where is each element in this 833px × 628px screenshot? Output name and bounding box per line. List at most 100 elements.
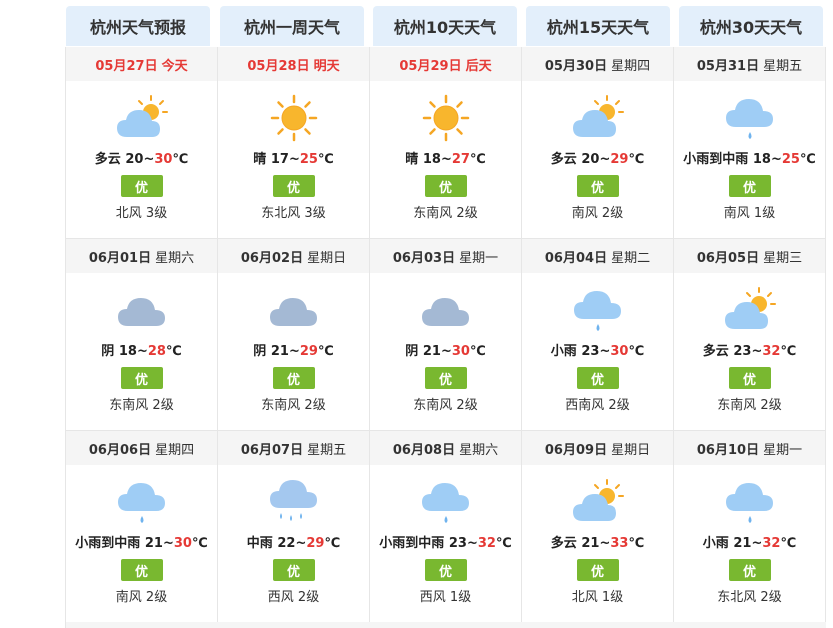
weekday-text: 星期三 (763, 250, 803, 266)
high-temp: 29 (306, 536, 325, 551)
day-card[interactable]: 06月10日 星期一 小雨 21~32℃ 优 东北风 2级 (674, 431, 826, 622)
high-temp: 33 (610, 536, 629, 551)
low-temp: 21 (270, 344, 289, 359)
day-card[interactable]: 05月29日 后天 晴 18~27℃ 优 东南风 2级 (370, 47, 522, 238)
day-card[interactable]: 06月04日 星期二 小雨 23~30℃ 优 西南风 2级 (522, 239, 674, 430)
condition-text: 晴 (405, 152, 419, 167)
day-card[interactable]: 05月30日 星期四 多云 20~29℃ 优 南风 2级 (522, 47, 674, 238)
day-card[interactable]: 06月05日 星期三 多云 23~32℃ 优 东南风 2级 (674, 239, 826, 430)
low-temp: 18 (752, 152, 771, 167)
day-date: 05月27日 今天 (66, 47, 217, 81)
high-temp: 32 (477, 536, 496, 551)
wind-text: 南风 2级 (115, 590, 168, 605)
high-temp: 25 (781, 152, 800, 167)
weather-summary: 晴 17~25℃ (253, 152, 334, 167)
wind-text: 西南风 2级 (565, 398, 630, 413)
weekday-text: 星期一 (763, 442, 803, 458)
day-card[interactable]: 05月28日 明天 晴 17~25℃ 优 东北风 3级 (218, 47, 370, 238)
day-card[interactable]: 06月06日 星期四 小雨到中雨 21~30℃ 优 南风 2级 (66, 431, 218, 622)
tab-15-day[interactable]: 杭州15天天气 (526, 6, 670, 46)
air-quality-badge[interactable]: 优 (272, 559, 315, 581)
weekday-text: 后天 (465, 58, 492, 74)
low-temp: 23 (448, 536, 467, 551)
wind-text: 南风 1级 (723, 206, 776, 221)
air-quality-badge[interactable]: 优 (272, 175, 315, 197)
wind-text: 西风 1级 (419, 590, 472, 605)
day-card[interactable]: 06月08日 星期六 小雨到中雨 23~32℃ 优 西风 1级 (370, 431, 522, 622)
air-quality-badge[interactable]: 优 (576, 175, 619, 197)
weather-summary: 阴 21~29℃ (253, 344, 334, 359)
date-text: 06月05日 (696, 250, 760, 266)
day-date: 06月04日 星期二 (522, 239, 673, 273)
low-temp: 23 (733, 344, 752, 359)
wind-text: 东南风 2级 (413, 206, 478, 221)
low-temp: 18 (118, 344, 137, 359)
light-rain-icon (674, 87, 825, 149)
air-quality-badge[interactable]: 优 (424, 559, 467, 581)
air-quality-badge[interactable]: 优 (576, 367, 619, 389)
air-quality-badge[interactable]: 优 (424, 367, 467, 389)
day-card[interactable]: 06月01日 星期六 阴 18~28℃ 优 东南风 2级 (66, 239, 218, 430)
day-card[interactable]: 06月09日 星期日 多云 21~33℃ 优 北风 1级 (522, 431, 674, 622)
condition-text: 阴 (101, 344, 115, 359)
date-text: 06月06日 (88, 442, 152, 458)
air-quality-badge[interactable]: 优 (728, 559, 771, 581)
forecast-row: 06月06日 星期四 小雨到中雨 21~30℃ 优 南风 2级 06月07日 星期五… (66, 431, 826, 622)
weather-summary: 阴 18~28℃ (101, 344, 182, 359)
air-quality-badge[interactable]: 优 (576, 559, 619, 581)
date-text: 06月02日 (240, 250, 304, 266)
tab-30-day[interactable]: 杭州30天天气 (679, 6, 823, 46)
wind-text: 东南风 2级 (109, 398, 174, 413)
condition-text: 多云 (550, 536, 577, 551)
air-quality-badge[interactable]: 优 (120, 559, 163, 581)
air-quality-badge[interactable]: 优 (728, 367, 771, 389)
wind-text: 东南风 2级 (413, 398, 478, 413)
day-card[interactable]: 06月03日 星期一 阴 21~30℃ 优 东南风 2级 (370, 239, 522, 430)
condition-text: 小雨到中雨 (75, 536, 141, 551)
date-text: 05月28日 (247, 58, 310, 74)
forecast-tabs: 杭州天气预报 杭州一周天气 杭州10天天气 杭州15天天气 杭州30天天气 (65, 6, 827, 46)
tab-10-day[interactable]: 杭州10天天气 (373, 6, 517, 46)
low-temp: 17 (270, 152, 289, 167)
air-quality-badge[interactable]: 优 (272, 367, 315, 389)
tab-week[interactable]: 杭州一周天气 (220, 6, 364, 46)
day-card[interactable]: 06月07日 星期五 中雨 22~29℃ 优 西风 2级 (218, 431, 370, 622)
day-date: 06月05日 星期三 (674, 239, 825, 273)
day-date: 05月30日 星期四 (522, 47, 673, 81)
condition-text: 小雨 (702, 536, 729, 551)
day-card[interactable]: 05月31日 星期五 小雨到中雨 18~25℃ 优 南风 1级 (674, 47, 826, 238)
wind-text: 东南风 2级 (717, 398, 782, 413)
weekday-text: 今天 (161, 58, 188, 74)
low-temp: 23 (581, 344, 600, 359)
condition-text: 晴 (253, 152, 267, 167)
day-date: 05月28日 明天 (218, 47, 369, 81)
air-quality-badge[interactable]: 优 (424, 175, 467, 197)
wind-text: 南风 2级 (571, 206, 624, 221)
weather-summary: 多云 20~30℃ (94, 152, 189, 167)
date-text: 05月29日 (399, 58, 462, 74)
low-temp: 21 (422, 344, 441, 359)
day-card[interactable]: 06月02日 星期日 阴 21~29℃ 优 东南风 2级 (218, 239, 370, 430)
condition-text: 小雨到中雨 (379, 536, 445, 551)
air-quality-badge[interactable]: 优 (120, 367, 163, 389)
air-quality-badge[interactable]: 优 (728, 175, 771, 197)
high-temp: 30 (610, 344, 629, 359)
low-temp: 21 (581, 536, 600, 551)
weekday-text: 明天 (313, 58, 340, 74)
light-rain-icon (66, 471, 217, 533)
date-text: 06月07日 (240, 442, 304, 458)
day-date: 06月03日 星期一 (370, 239, 521, 273)
day-date: 06月07日 星期五 (218, 431, 369, 465)
air-quality-badge[interactable]: 优 (120, 175, 163, 197)
day-date: 06月08日 星期六 (370, 431, 521, 465)
weekday-text: 星期日 (611, 442, 651, 458)
low-temp: 22 (277, 536, 296, 551)
sunny-icon (370, 87, 521, 149)
tab-forecast[interactable]: 杭州天气预报 (66, 6, 210, 46)
wind-text: 东北风 3级 (261, 206, 326, 221)
condition-text: 多云 (550, 152, 577, 167)
low-temp: 20 (581, 152, 600, 167)
partly-cloudy-icon (674, 279, 825, 341)
day-card[interactable]: 05月27日 今天 多云 20~30℃ 优 北风 3级 (66, 47, 218, 238)
weekday-text: 星期四 (611, 58, 651, 74)
